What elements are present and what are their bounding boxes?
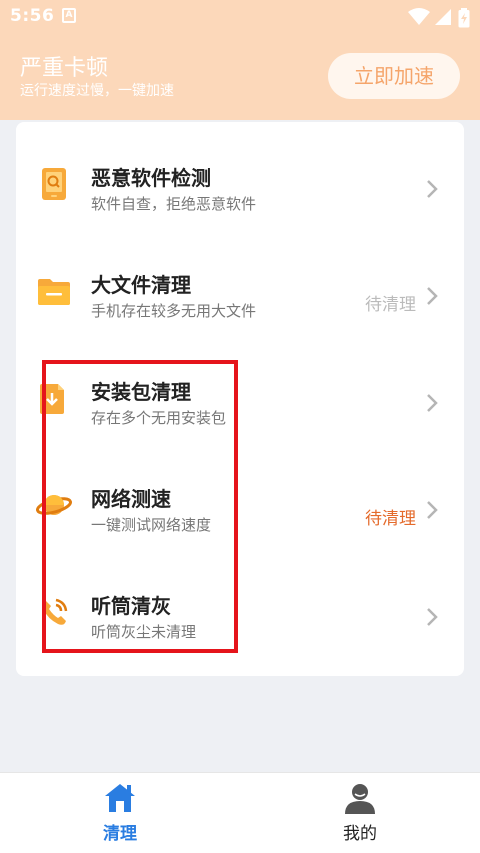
header-subtitle: 运行速度过慢，一键加速: [20, 83, 174, 99]
item-status: 待清理: [365, 509, 416, 529]
status-time: 5:56: [10, 6, 55, 26]
tab-clean[interactable]: 清理: [0, 773, 240, 853]
tab-mine[interactable]: 我的: [240, 773, 480, 853]
chevron-right-icon: [427, 501, 438, 519]
item-desc: 软件自查，拒绝恶意软件: [91, 195, 257, 213]
item-title: 恶意软件检测: [91, 166, 211, 190]
item-title: 大文件清理: [91, 273, 191, 297]
chevron-right-icon: [427, 394, 438, 412]
signal-icon: [435, 9, 451, 25]
status-icons: [408, 6, 472, 28]
bottom-tab-bar: 清理 我的: [0, 772, 480, 853]
phone-search-icon: [42, 168, 66, 200]
item-desc: 手机存在较多无用大文件: [91, 302, 257, 320]
tab-label: 清理: [103, 824, 137, 844]
chevron-right-icon: [427, 608, 438, 626]
user-icon: [345, 784, 375, 814]
home-icon: [105, 784, 135, 812]
wifi-icon: [408, 8, 430, 25]
battery-icon: [458, 8, 470, 28]
tab-label: 我的: [343, 824, 377, 844]
chevron-right-icon: [427, 180, 438, 198]
notification-icon: A: [62, 8, 76, 23]
chevron-right-icon: [427, 287, 438, 305]
folder-icon: [38, 279, 70, 305]
item-status: 待清理: [365, 295, 416, 315]
highlight-annotation-box: [42, 360, 238, 653]
list-item-malware-scan[interactable]: 恶意软件检测 软件自查，拒绝恶意软件: [16, 122, 464, 228]
list-item-large-file-clean[interactable]: 大文件清理 手机存在较多无用大文件 待清理: [16, 229, 464, 335]
status-bar: 5:56 A: [0, 0, 480, 34]
boost-now-button[interactable]: 立即加速: [328, 53, 460, 99]
header-title: 严重卡顿: [20, 56, 109, 81]
header-banner: 5:56 A 严重卡顿 运行速度过慢，一键加速 立即加速: [0, 0, 480, 120]
